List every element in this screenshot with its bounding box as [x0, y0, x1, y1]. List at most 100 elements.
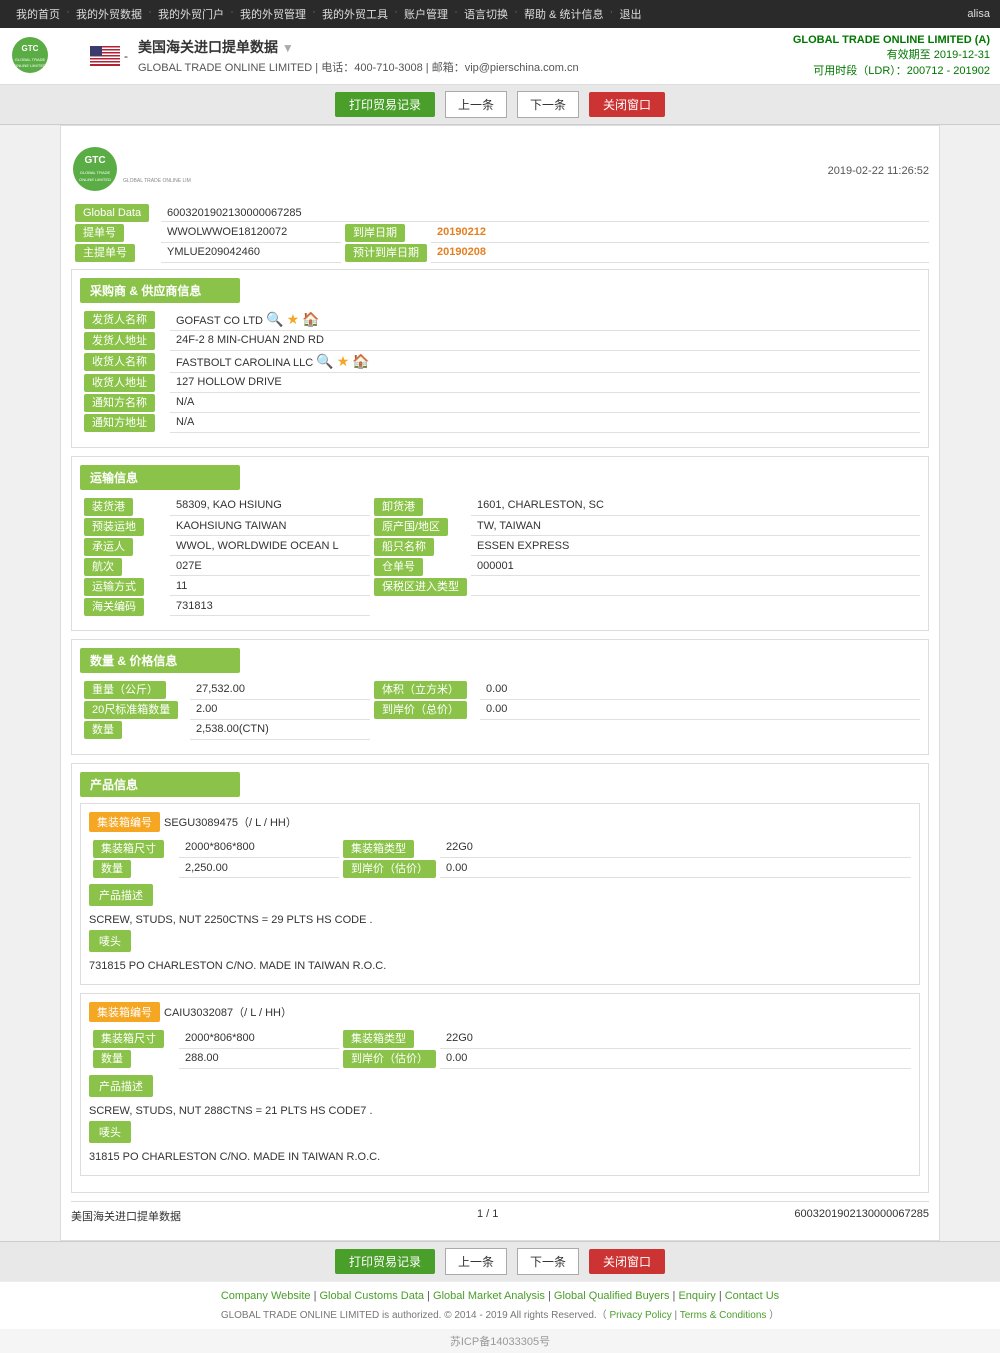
consignee-name-label: 收货人名称: [84, 353, 155, 371]
container2-qty-value: 288.00: [179, 1048, 339, 1068]
nav-language[interactable]: 语言切换: [458, 4, 514, 24]
top-toolbar: 打印贸易记录 上一条 下一条 关闭窗口: [0, 85, 1000, 125]
title-dropdown[interactable]: ▼: [282, 41, 294, 55]
page-header: GTC GLOBAL TRADE ONLINE LIMITED - 美国海关进口…: [0, 28, 1000, 85]
close-button[interactable]: 关闭窗口: [589, 92, 665, 117]
customs-value: 731813: [170, 596, 370, 616]
shipper-name-row: 发货人名称 GOFAST CO LTD 🔍 ★ 🏠: [80, 309, 920, 331]
product-title: 产品信息: [80, 772, 240, 797]
bonded-label: 保税区进入类型: [374, 578, 467, 596]
voyage-label: 航次: [84, 558, 122, 576]
product-section: 产品信息 集装箱编号 SEGU3089475（/ L / HH） 集装箱尺寸 2…: [71, 763, 929, 1193]
loading-port-label: 装货港: [84, 498, 133, 516]
quantity-title: 数量 & 价格信息: [80, 648, 240, 673]
carrier-value: WWOL, WORLDWIDE OCEAN L: [170, 536, 370, 556]
bill-row: 提单号 WWOLWWOE18120072 到岸日期 20190212: [71, 222, 929, 243]
footer-link-enquiry[interactable]: Enquiry: [678, 1290, 715, 1302]
nav-management[interactable]: 我的外贸管理: [234, 4, 312, 24]
footer-link-qualified-buyers[interactable]: Global Qualified Buyers: [554, 1290, 670, 1302]
shipper-addr-row: 发货人地址 24F-2 8 MIN-CHUAN 2ND RD: [80, 330, 920, 350]
user-info: alisa: [967, 8, 990, 20]
nav-help[interactable]: 帮助 & 统计信息: [518, 4, 609, 24]
shipper-home-icon[interactable]: 🏠: [302, 311, 319, 327]
svg-text:GLOBAL TRADE: GLOBAL TRADE: [15, 57, 46, 62]
shipper-star-icon[interactable]: ★: [287, 311, 300, 327]
container2-qty-label: 数量: [93, 1050, 131, 1068]
discharge-port-value: 1601, CHARLESTON, SC: [471, 496, 920, 516]
arrival-date-label-cell: 到岸日期: [341, 222, 431, 243]
flag-separator: -: [124, 49, 128, 63]
print-button[interactable]: 打印贸易记录: [335, 92, 435, 117]
container2-badge-value: CAIU3032087（/ L / HH）: [164, 1004, 292, 1020]
next-button[interactable]: 下一条: [517, 91, 579, 118]
consignee-name-row: 收货人名称 FASTBOLT CAROLINA LLC 🔍 ★ 🏠: [80, 350, 920, 372]
footer-link-company-website[interactable]: Company Website: [221, 1290, 311, 1302]
container1-size-label: 集装箱尺寸: [93, 840, 164, 858]
copyright-end: ）: [769, 1310, 779, 1321]
bottom-next-button[interactable]: 下一条: [517, 1248, 579, 1275]
container1-header: 集装箱编号 SEGU3089475（/ L / HH）: [89, 812, 911, 832]
bottom-prev-button[interactable]: 上一条: [445, 1248, 507, 1275]
container1-type-label: 集装箱类型: [343, 840, 414, 858]
shipper-search-icon[interactable]: 🔍: [266, 311, 283, 327]
copyright-section: GLOBAL TRADE ONLINE LIMITED is authorize…: [8, 1306, 992, 1321]
nav-portal[interactable]: 我的外贸门户: [152, 4, 230, 24]
footer-link-customs-data[interactable]: Global Customs Data: [320, 1290, 425, 1302]
container1-qty-row: 数量 2,250.00 到岸价（估价） 0.00: [89, 858, 911, 878]
shipper-name-value: GOFAST CO LTD 🔍 ★ 🏠: [170, 309, 920, 331]
pre-loading-row: 预装运地 KAOHSIUNG TAIWAN 原产国/地区 TW, TAIWAN: [80, 516, 920, 536]
volume-value: 0.00: [480, 679, 920, 699]
container2-size-label: 集装箱尺寸: [93, 1030, 164, 1048]
terms-conditions-link[interactable]: Terms & Conditions: [680, 1310, 767, 1321]
nav-home[interactable]: 我的首页: [10, 4, 66, 24]
consignee-search-icon[interactable]: 🔍: [316, 353, 333, 369]
master-bill-label: 主提单号: [75, 244, 135, 262]
vessel-label: 船只名称: [374, 538, 434, 556]
svg-text:ONLINE LIMITED: ONLINE LIMITED: [79, 177, 111, 182]
doc-record-id: 6003201902130000067285: [794, 1208, 929, 1224]
container2-price-value: 0.00: [440, 1048, 911, 1068]
consignee-addr-label: 收货人地址: [84, 374, 155, 392]
container2-marks-label: 唛头: [89, 1121, 131, 1143]
nav-account[interactable]: 账户管理: [398, 4, 454, 24]
account-info: GLOBAL TRADE ONLINE LIMITED (A) 有效期至 201…: [793, 34, 990, 78]
estimated-date-label-cell: 预计到岸日期: [341, 242, 431, 262]
nav-logout[interactable]: 退出: [613, 4, 647, 24]
container2-type-value: 22G0: [440, 1028, 911, 1048]
document-header: GTC GLOBAL TRADE ONLINE LIMITED GLOBAL T…: [71, 136, 929, 205]
container1-size-value: 2000*806*800: [179, 838, 339, 858]
nav-trade-data[interactable]: 我的外贸数据: [70, 4, 148, 24]
consignee-star-icon[interactable]: ★: [337, 353, 350, 369]
bottom-print-button[interactable]: 打印贸易记录: [335, 1249, 435, 1274]
doc-page: 1 / 1: [477, 1208, 498, 1224]
quantity-label: 数量: [84, 721, 122, 739]
footer-link-market-analysis[interactable]: Global Market Analysis: [433, 1290, 545, 1302]
bottom-close-button[interactable]: 关闭窗口: [589, 1249, 665, 1274]
footer-link-contact-us[interactable]: Contact Us: [725, 1290, 779, 1302]
prev-button[interactable]: 上一条: [445, 91, 507, 118]
voyage-row: 航次 027E 仓单号 000001: [80, 556, 920, 576]
master-bill-value-cell: YMLUE209042460: [161, 242, 341, 262]
container1-type-value: 22G0: [440, 838, 911, 858]
estimated-date-label: 预计到岸日期: [345, 244, 427, 262]
privacy-policy-link[interactable]: Privacy Policy: [609, 1310, 671, 1321]
nav-tools[interactable]: 我的外贸工具: [316, 4, 394, 24]
arrival-date-value-cell: 20190212: [431, 222, 929, 243]
container20-label: 20尺标准箱数量: [84, 701, 178, 719]
page-title-section: 美国海关进口提单数据 ▼ GLOBAL TRADE ONLINE LIMITED…: [138, 37, 793, 75]
shipper-name-label: 发货人名称: [84, 311, 155, 329]
transport-mode-label: 运输方式: [84, 578, 144, 596]
account-company: GLOBAL TRADE ONLINE LIMITED (A): [793, 34, 990, 46]
bottom-toolbar: 打印贸易记录 上一条 下一条 关闭窗口: [0, 1241, 1000, 1281]
bill-label: 提单号: [75, 224, 124, 242]
weight-label: 重量（公斤）: [84, 681, 166, 699]
manifest-value: 000001: [471, 556, 920, 576]
ldr-info: 可用时段（LDR）：200712 - 201902: [793, 62, 990, 78]
estimated-date-value: 20190208: [437, 246, 486, 258]
company-info: GLOBAL TRADE ONLINE LIMITED | 电话：400-710…: [138, 59, 793, 75]
container2-price-label: 到岸价（估价）: [343, 1050, 436, 1068]
container2-info-table: 集装箱尺寸 2000*806*800 集装箱类型 22G0 数量 288.00 …: [89, 1028, 911, 1069]
consignee-name-value: FASTBOLT CAROLINA LLC 🔍 ★ 🏠: [170, 350, 920, 372]
consignee-home-icon[interactable]: 🏠: [352, 353, 369, 369]
container2-size-row: 集装箱尺寸 2000*806*800 集装箱类型 22G0: [89, 1028, 911, 1048]
